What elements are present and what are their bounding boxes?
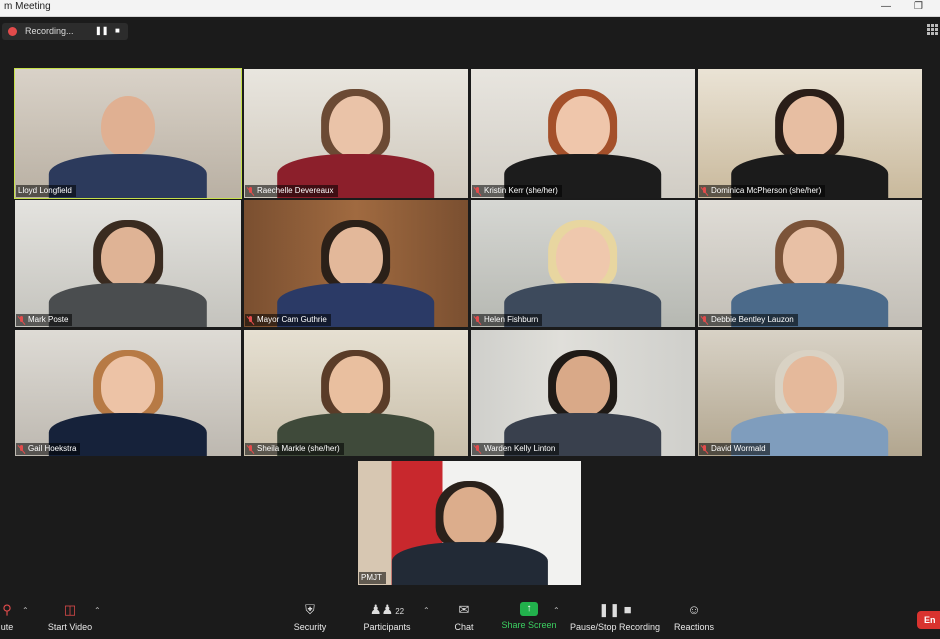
participant-name-tag: Mark Poste [16, 314, 73, 326]
participant-figure [504, 348, 662, 456]
people-icon: ♟♟ [369, 602, 394, 617]
participant-name-tag: Gail Hoekstra [16, 443, 81, 455]
muted-mic-icon [247, 444, 254, 454]
video-tile[interactable]: Sheila Markle (she/her) [244, 330, 468, 456]
muted-mic-icon [18, 444, 25, 454]
muted-mic-icon [701, 444, 708, 454]
participant-figure [504, 87, 662, 198]
participant-figure [277, 348, 435, 456]
participant-name-tag: Mayor Cam Guthrie [245, 314, 331, 326]
participants-button[interactable]: ♟♟ 22 Participants [360, 602, 414, 632]
muted-mic-icon [474, 186, 481, 196]
video-tile[interactable]: Debbie Bentley Lauzon [698, 200, 922, 327]
participant-name-tag: Sheila Markle (she/her) [245, 443, 344, 455]
participant-figure [48, 218, 208, 327]
participant-name-tag: David Wormald [699, 443, 770, 455]
share-screen-button[interactable]: ↑ Share Screen [500, 602, 558, 630]
participant-name-tag: Helen Fishburn [472, 314, 543, 326]
participant-name-tag: Dominica McPherson (she/her) [699, 185, 826, 197]
muted-mic-icon [18, 315, 25, 325]
video-tile[interactable]: Dominica McPherson (she/her) [698, 69, 922, 198]
video-tile[interactable]: Helen Fishburn [471, 200, 695, 327]
security-button[interactable]: ⛨ Security [290, 602, 330, 632]
video-tile[interactable]: Mark Poste [15, 200, 241, 327]
chat-bubble-icon: ✉ [458, 602, 470, 617]
video-options-caret[interactable]: ⌃ [94, 606, 101, 615]
muted-mic-icon [701, 315, 708, 325]
gallery-view-icon[interactable] [927, 24, 938, 35]
participant-name-tag: PMJT [359, 572, 386, 584]
reactions-button[interactable]: ☺ Reactions [672, 602, 716, 632]
end-meeting-button[interactable]: En [917, 611, 940, 629]
participant-name-tag: Raechelle Devereaux [245, 185, 338, 197]
participant-figure [731, 87, 889, 198]
mute-options-caret[interactable]: ⌃ [22, 606, 29, 615]
minimize-icon[interactable]: — [881, 1, 891, 12]
stop-icon[interactable]: ■ [115, 26, 120, 35]
participant-figure [48, 87, 208, 198]
participant-figure [731, 218, 889, 327]
muted-mic-icon [474, 315, 481, 325]
participant-figure [504, 218, 662, 327]
video-tile[interactable]: Kristin Kerr (she/her) [471, 69, 695, 198]
participant-name-tag: Lloyd Longfield [16, 185, 76, 197]
participant-name-tag: Debbie Bentley Lauzon [699, 314, 798, 326]
start-video-button[interactable]: ◫ Start Video [44, 602, 96, 632]
video-off-icon: ◫ [63, 602, 77, 617]
share-options-caret[interactable]: ⌃ [553, 606, 560, 615]
smiley-icon: ☺ [687, 602, 701, 617]
record-icon [8, 27, 17, 36]
video-tile[interactable]: Warden Kelly Linton [471, 330, 695, 456]
participant-figure [731, 348, 889, 456]
recording-indicator: Recording... ❚❚ ■ [2, 23, 128, 40]
window-title: m Meeting [4, 1, 51, 12]
pause-icon[interactable]: ❚❚ [95, 26, 108, 35]
muted-mic-icon [247, 186, 254, 196]
participants-count: 22 [395, 607, 405, 616]
pause-stop-recording-button[interactable]: ❚❚ ■ Pause/Stop Recording [570, 602, 660, 632]
participant-figure [277, 87, 435, 198]
muted-mic-icon [701, 186, 708, 196]
video-tile[interactable]: Gail Hoekstra [15, 330, 241, 456]
participants-options-caret[interactable]: ⌃ [423, 606, 430, 615]
participant-name-tag: Warden Kelly Linton [472, 443, 560, 455]
muted-mic-icon [474, 444, 481, 454]
recording-label: Recording... [25, 26, 74, 36]
video-tile[interactable]: Mayor Cam Guthrie [244, 200, 468, 327]
pause-stop-icon: ❚❚ ■ [598, 602, 632, 617]
video-tile[interactable]: David Wormald [698, 330, 922, 456]
mute-button[interactable]: ⚲ ute [0, 602, 22, 632]
video-tile[interactable]: PMJT [358, 461, 581, 585]
participant-name-tag: Kristin Kerr (she/her) [472, 185, 562, 197]
muted-mic-icon [247, 315, 254, 325]
shield-icon: ⛨ [305, 602, 315, 617]
share-arrow-icon: ↑ [520, 602, 538, 616]
participant-figure [277, 218, 435, 327]
participant-figure [391, 478, 548, 585]
video-tile[interactable]: Raechelle Devereaux [244, 69, 468, 198]
mic-muted-icon: ⚲ [2, 602, 12, 617]
restore-icon[interactable]: ❐ [914, 1, 923, 12]
title-bar: m Meeting — ❐ [0, 0, 940, 17]
video-tile[interactable]: Lloyd Longfield [14, 68, 242, 199]
chat-button[interactable]: ✉ Chat [449, 602, 479, 632]
participant-figure [48, 348, 208, 456]
meeting-toolbar: ⚲ ute ⌃ ◫ Start Video ⌃ ⛨ Security ♟♟ 22 … [0, 598, 940, 639]
